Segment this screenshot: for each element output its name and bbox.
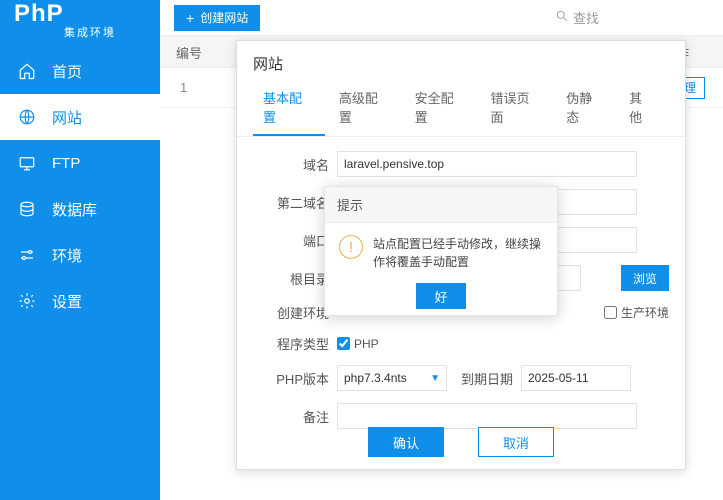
- col-number: 编号: [160, 36, 216, 67]
- php-checkbox[interactable]: PHP: [337, 337, 379, 351]
- alert-title: 提示: [325, 187, 557, 223]
- nav-label: 网站: [52, 107, 82, 128]
- nav-settings[interactable]: 设置: [0, 278, 160, 324]
- search-button[interactable]: 查找: [555, 8, 599, 27]
- tab-security[interactable]: 安全配置: [405, 80, 477, 136]
- label-root: 根目录: [253, 269, 329, 288]
- modal-title: 网站: [237, 41, 685, 80]
- nav-label: 数据库: [52, 199, 97, 220]
- phpver-select[interactable]: php7.3.4nts ▼: [337, 365, 447, 391]
- sidebar: PhP 集成环境 首页 网站 FTP 数据库 环境 设置: [0, 0, 160, 500]
- monitor-icon: [18, 154, 36, 172]
- checkbox-icon[interactable]: [604, 306, 617, 319]
- php-label: PHP: [354, 337, 379, 351]
- alert-dialog: 提示 ! 站点配置已经手动修改，继续操作将覆盖手动配置 好: [324, 186, 558, 316]
- tab-other[interactable]: 其他: [619, 80, 665, 136]
- create-site-button[interactable]: + 创建网站: [174, 5, 260, 31]
- modal-tabs: 基本配置 高级配置 安全配置 错误页面 伪静态 其他: [237, 80, 685, 137]
- alert-body: ! 站点配置已经手动修改，继续操作将覆盖手动配置: [325, 223, 557, 277]
- label-domain2: 第二域名: [253, 193, 329, 212]
- domain-input[interactable]: [337, 151, 637, 177]
- database-icon: [18, 200, 36, 218]
- modal-footer: 确认 取消: [237, 427, 685, 457]
- caret-down-icon: ▼: [430, 373, 440, 384]
- label-port: 端口: [253, 231, 329, 250]
- tab-basic[interactable]: 基本配置: [253, 80, 325, 136]
- label-note: 备注: [253, 407, 329, 426]
- nav-label: 设置: [52, 291, 82, 312]
- nav-ftp[interactable]: FTP: [0, 140, 160, 186]
- checkbox-icon[interactable]: [337, 337, 350, 350]
- tab-rewrite[interactable]: 伪静态: [556, 80, 615, 136]
- alert-message: 站点配置已经手动修改，继续操作将覆盖手动配置: [373, 235, 543, 271]
- nav-label: 首页: [52, 61, 82, 82]
- sliders-icon: [18, 246, 36, 264]
- note-input[interactable]: [337, 403, 637, 429]
- warning-icon: !: [339, 235, 363, 259]
- label-env: 创建环境: [253, 303, 329, 322]
- expire-input[interactable]: [521, 365, 631, 391]
- nav-label: 环境: [52, 245, 82, 266]
- nav-label: FTP: [52, 155, 80, 172]
- cancel-button[interactable]: 取消: [478, 427, 554, 457]
- logo-title: PhP: [14, 2, 146, 26]
- row-number: 1: [160, 80, 216, 95]
- label-expire: 到期日期: [447, 369, 513, 388]
- label-ptype: 程序类型: [253, 334, 329, 353]
- prod-env-checkbox[interactable]: 生产环境: [604, 304, 669, 321]
- logo-subtitle: 集成环境: [64, 24, 146, 40]
- prod-env-label: 生产环境: [621, 304, 669, 321]
- search-label: 查找: [573, 8, 599, 27]
- alert-ok-button[interactable]: 好: [416, 283, 466, 309]
- toolbar: + 创建网站 查找: [160, 0, 723, 36]
- nav-env[interactable]: 环境: [0, 232, 160, 278]
- tab-error[interactable]: 错误页面: [480, 80, 552, 136]
- nav-website[interactable]: 网站: [0, 94, 160, 140]
- logo: PhP 集成环境: [0, 0, 160, 48]
- tab-advanced[interactable]: 高级配置: [329, 80, 401, 136]
- nav-database[interactable]: 数据库: [0, 186, 160, 232]
- nav-home[interactable]: 首页: [0, 48, 160, 94]
- globe-icon: [18, 108, 36, 126]
- confirm-button[interactable]: 确认: [368, 427, 444, 457]
- search-icon: [555, 9, 569, 26]
- plus-icon: +: [186, 10, 194, 26]
- phpver-value: php7.3.4nts: [344, 371, 407, 385]
- label-domain: 域名: [253, 155, 329, 174]
- create-label: 创建网站: [200, 9, 248, 26]
- gear-icon: [18, 292, 36, 310]
- label-phpver: PHP版本: [253, 369, 329, 388]
- browse-button[interactable]: 浏览: [621, 265, 669, 291]
- home-icon: [18, 62, 36, 80]
